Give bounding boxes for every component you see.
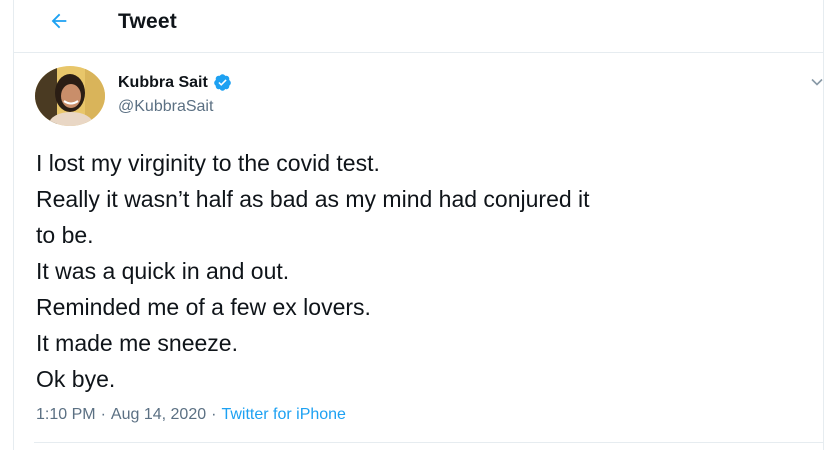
tweet-text-line: Ok bye. (36, 366, 116, 392)
tweet-text-line: Really it wasn’t half as bad as my mind … (36, 186, 590, 212)
page-title: Tweet (118, 10, 177, 33)
back-button[interactable] (42, 6, 76, 40)
tweet-card: Kubbra Sait @KubbraSait I lost my virgin… (14, 53, 824, 450)
tweet-metadata: 1:10 PM · Aug 14, 2020 · Twitter for iPh… (36, 406, 346, 424)
chevron-down-icon[interactable] (810, 75, 824, 89)
column-divider-right (823, 0, 824, 450)
tweet-date[interactable]: Aug 14, 2020 (111, 406, 206, 424)
tweet-source-link[interactable]: Twitter for iPhone (221, 406, 346, 424)
arrow-left-icon (48, 10, 70, 37)
author-name[interactable]: Kubbra Sait (118, 74, 208, 92)
avatar[interactable] (35, 66, 105, 126)
tweet-text-line: It made me sneeze. (36, 330, 238, 356)
author-handle[interactable]: @KubbraSait (118, 98, 213, 116)
tweet-text: I lost my virginity to the covid test. R… (36, 145, 816, 397)
meta-separator: · (100, 406, 106, 423)
author-row: Kubbra Sait (118, 73, 232, 92)
tweet-time[interactable]: 1:10 PM (36, 406, 96, 424)
tweet-text-line: Reminded me of a few ex lovers. (36, 294, 371, 320)
divider (34, 442, 824, 443)
tweet-text-line: I lost my virginity to the covid test. (36, 150, 380, 176)
tweet-page: Tweet Kubbra Sait @KubbraSait I lost my … (0, 0, 825, 450)
verified-badge-icon (213, 73, 232, 92)
page-header: Tweet (14, 0, 823, 53)
tweet-text-line: to be. (36, 222, 94, 248)
meta-separator: · (211, 406, 217, 423)
tweet-text-line: It was a quick in and out. (36, 258, 290, 284)
